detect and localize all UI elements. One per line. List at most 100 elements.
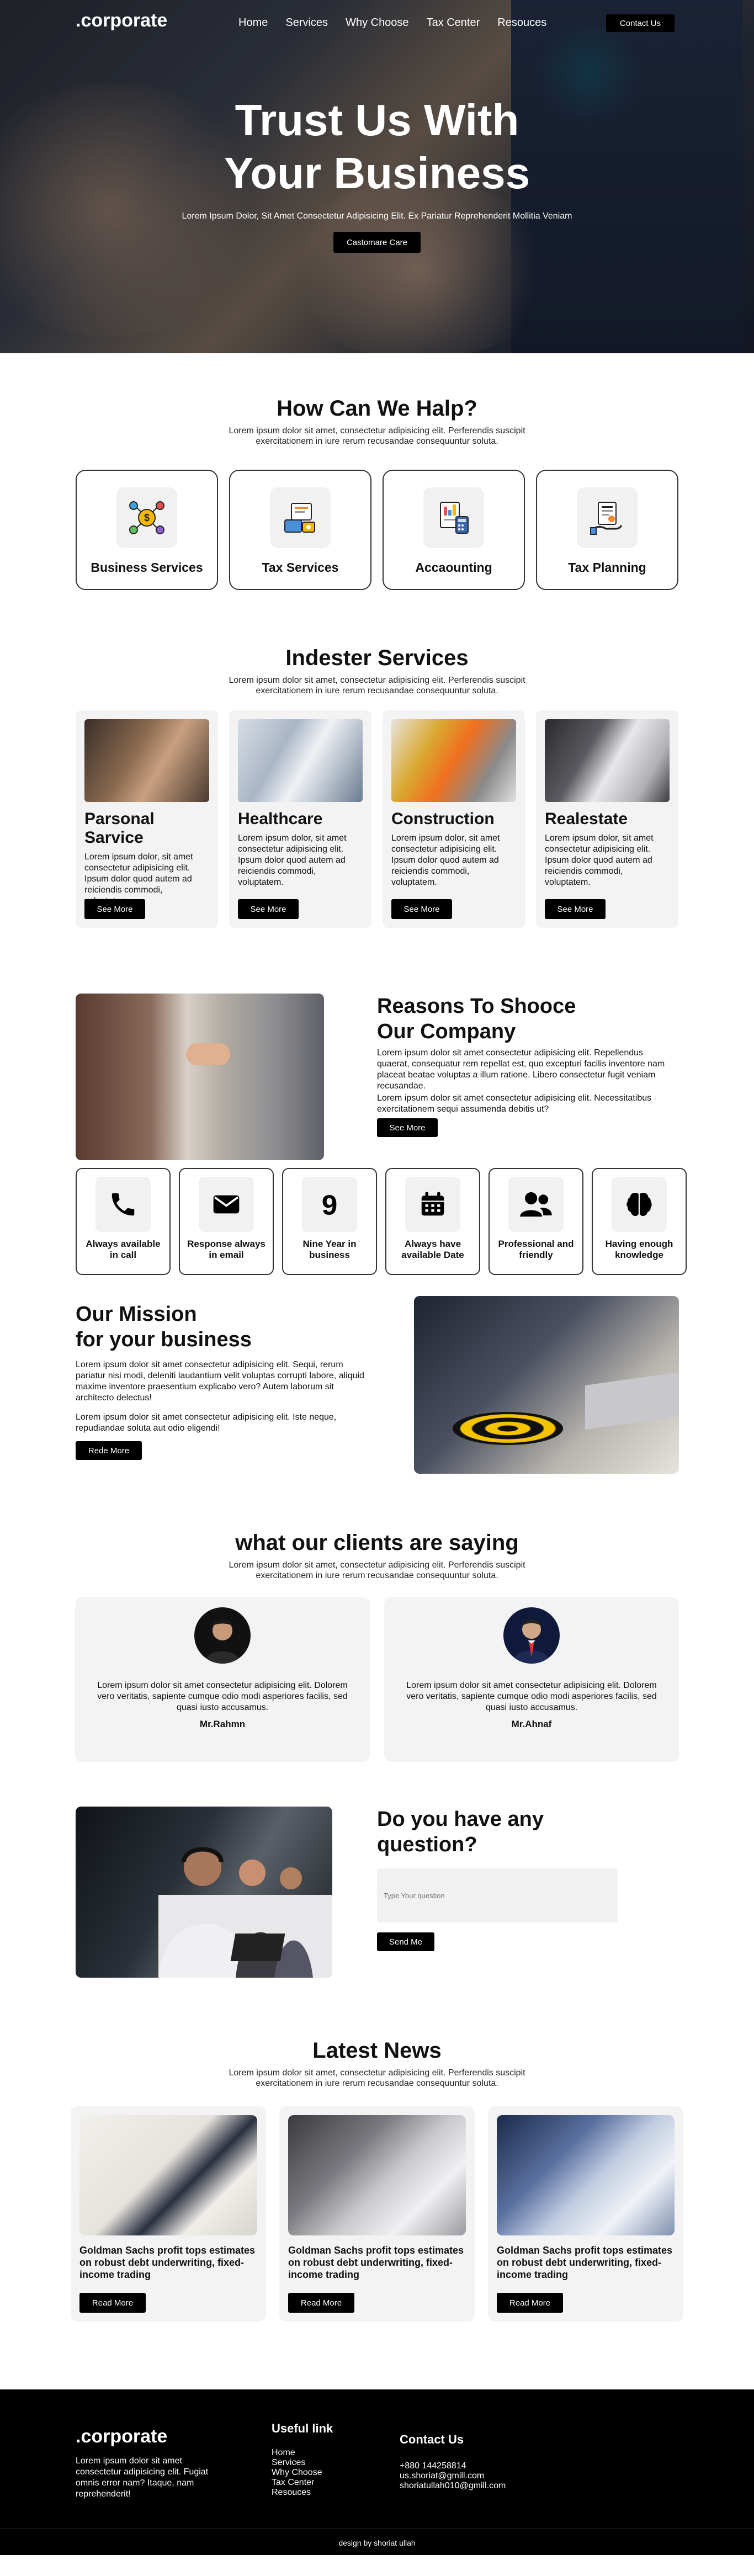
mission-section: Our Mission for your business Lorem ipsu… — [0, 1296, 754, 1531]
reasons-title: Reasons To Shooce Our Company — [377, 994, 576, 1044]
news-photo — [288, 2115, 466, 2235]
calendar-icon — [405, 1177, 460, 1232]
hero-subtitle: Lorem Ipsum Dolor, Sit Amet Consectetur … — [182, 211, 572, 221]
news-card: Goldman Sachs profit tops estimates on r… — [488, 2106, 683, 2322]
testimonials-desc: Lorem ipsum dolor sit amet, consectetur … — [229, 1560, 525, 1580]
feature-label: Always available in call — [86, 1239, 161, 1260]
business-services-icon: $ — [116, 487, 177, 548]
hero-title-line2: Your Business — [224, 148, 530, 198]
testimonial-name: Mr.Rahmn — [199, 1719, 246, 1729]
news-section: Latest News Lorem ipsum dolor sit amet, … — [0, 2038, 754, 2389]
footer-link-why-choose[interactable]: Why Choose — [272, 2468, 322, 2478]
industry-card-text: Lorem ipsum dolor, sit amet consectetur … — [238, 833, 347, 887]
see-more-button[interactable]: See More — [238, 899, 299, 919]
question-title-line1: Do you have any — [377, 1808, 544, 1831]
feature-card-email: Response always in email — [179, 1168, 274, 1275]
reasons-see-more-button[interactable]: See More — [377, 1118, 438, 1137]
footer-description: Lorem ipsum dolor sit amet consectetur a… — [76, 2456, 209, 2499]
contact-phone[interactable]: +880 144258814 — [400, 2461, 506, 2471]
industry-card-healthcare: Healthcare Lorem ipsum dolor, sit amet c… — [229, 710, 371, 928]
help-section: How Can We Halp? Lorem ipsum dolor sit a… — [0, 353, 754, 629]
footer-link-tax-center[interactable]: Tax Center — [272, 2478, 322, 2488]
footer: .corporate Lorem ipsum dolor sit amet co… — [0, 2389, 754, 2555]
avatar — [194, 1607, 251, 1664]
dartboard-photo — [414, 1296, 679, 1474]
help-card-label: Business Services — [91, 560, 203, 575]
see-more-button[interactable]: See More — [391, 899, 452, 919]
tax-services-icon — [270, 487, 331, 548]
news-desc: Lorem ipsum dolor sit amet, consectetur … — [229, 2068, 525, 2088]
healthcare-photo — [238, 719, 363, 802]
nav-item-resources[interactable]: Resouces — [497, 17, 546, 29]
reasons-paragraph-1: Lorem ipsum dolor sit amet consectetur a… — [377, 1048, 665, 1091]
industry-card-personal: Parsonal Sarvice Lorem ipsum dolor, sit … — [76, 710, 218, 928]
personal-service-photo — [84, 719, 209, 802]
help-card-tax-planning[interactable]: Tax Planning — [536, 470, 678, 590]
testimonials-section: what our clients are saying Lorem ipsum … — [0, 1531, 754, 1807]
nav-item-services[interactable]: Services — [285, 17, 328, 29]
users-icon — [508, 1177, 564, 1232]
help-card-business[interactable]: $ Business Services — [76, 470, 218, 590]
contact-email-2[interactable]: shoriatullah010@gmill.com — [400, 2481, 506, 2491]
hero-title-line1: Trust Us With — [235, 95, 519, 145]
industry-card-construction: Construction Lorem ipsum dolor, sit amet… — [383, 710, 525, 928]
envelope-icon — [199, 1177, 254, 1232]
help-card-tax-services[interactable]: Tax Services — [229, 470, 371, 590]
help-card-accounting[interactable]: Accaounting — [383, 470, 525, 590]
industry-title: Indester Services — [285, 646, 469, 670]
footer-logo[interactable]: .corporate — [76, 2426, 167, 2447]
dartboard-shape — [453, 1412, 563, 1445]
industry-desc: Lorem ipsum dolor sit amet, consectetur … — [229, 676, 525, 695]
page: .corporate Home Services Why Choose Tax … — [0, 0, 754, 2555]
feature-card-knowledge: Having enough knowledge — [592, 1168, 687, 1275]
help-card-label: Accaounting — [415, 560, 492, 575]
customer-care-button[interactable]: Castomare Care — [333, 232, 421, 253]
footer-link-home[interactable]: Home — [272, 2448, 322, 2458]
footer-link-resources[interactable]: Resouces — [272, 2488, 322, 2498]
contact-email-1[interactable]: us.shoriat@gmill.com — [400, 2471, 506, 2481]
testimonial-text: Lorem ipsum dolor sit amet consectetur a… — [97, 1681, 348, 1712]
accounting-icon — [423, 487, 484, 548]
nav-item-tax-center[interactable]: Tax Center — [427, 17, 480, 29]
news-cards: Goldman Sachs profit tops estimates on r… — [0, 2106, 754, 2322]
laptop-shape — [585, 1372, 679, 1430]
question-input[interactable] — [377, 1868, 618, 1922]
read-more-button[interactable]: Read More — [497, 2293, 563, 2313]
help-title: How Can We Halp? — [277, 396, 477, 421]
testimonial-card: Lorem ipsum dolor sit amet consectetur a… — [75, 1597, 370, 1762]
industry-card-realestate: Realestate Lorem ipsum dolor, sit amet c… — [536, 710, 678, 928]
feature-cards: Always available in call Response always… — [76, 1168, 687, 1275]
see-more-button[interactable]: See More — [84, 899, 145, 919]
tax-planning-icon — [577, 487, 638, 548]
number-nine-icon: 9 — [302, 1177, 357, 1232]
news-card-title: Goldman Sachs profit tops estimates on r… — [288, 2245, 464, 2280]
nav-item-home[interactable]: Home — [238, 17, 268, 29]
useful-links-list: Home Services Why Choose Tax Center Reso… — [272, 2448, 322, 2498]
read-more-button[interactable]: Read More — [288, 2293, 354, 2313]
testimonial-card: Lorem ipsum dolor sit amet consectetur a… — [384, 1597, 679, 1762]
feature-label: Response always in email — [187, 1239, 266, 1260]
reasons-section: Reasons To Shooce Our Company Lorem ipsu… — [0, 976, 754, 1296]
feature-label: Always have available Date — [401, 1239, 464, 1260]
logo[interactable]: .corporate — [76, 10, 167, 31]
footer-link-services[interactable]: Services — [272, 2458, 322, 2468]
reasons-paragraph-2: Lorem ipsum dolor sit amet consectetur a… — [377, 1093, 652, 1114]
mission-title: Our Mission for your business — [76, 1302, 252, 1352]
handshake-shape — [186, 1043, 230, 1065]
read-more-button[interactable]: Read More — [79, 2293, 146, 2313]
nav-item-why-choose[interactable]: Why Choose — [346, 17, 409, 29]
question-section: Do you have any question? Send Me — [0, 1807, 754, 2038]
read-more-button[interactable]: Rede More — [76, 1441, 142, 1460]
news-card-title: Goldman Sachs profit tops estimates on r… — [79, 2245, 256, 2280]
industry-card-title: Parsonal Sarvice — [84, 810, 155, 847]
send-me-button[interactable]: Send Me — [377, 1932, 434, 1951]
news-photo — [79, 2115, 257, 2235]
see-more-button[interactable]: See More — [545, 899, 606, 919]
question-title-line2: question? — [377, 1833, 477, 1856]
feature-label: Having enough knowledge — [605, 1239, 673, 1260]
industry-card-text: Lorem ipsum dolor, sit amet consectetur … — [545, 833, 654, 887]
useful-links-title: Useful link — [272, 2421, 333, 2435]
contact-us-button[interactable]: Contact Us — [606, 14, 675, 32]
feature-card-years: 9 Nine Year in business — [282, 1168, 377, 1275]
help-cards: $ Business Services Tax Services Accaoun… — [0, 470, 754, 590]
